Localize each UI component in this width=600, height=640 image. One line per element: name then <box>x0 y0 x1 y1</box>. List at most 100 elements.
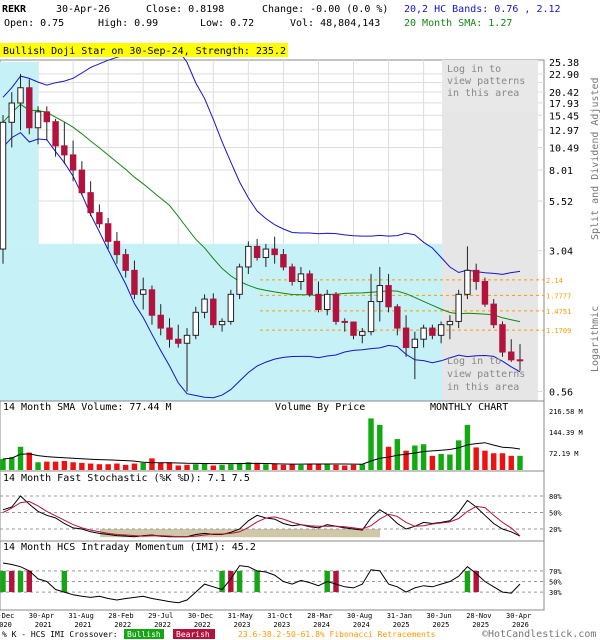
candle-body <box>446 320 454 326</box>
header-change: Change: -0.00 (0.0 %) <box>262 4 388 15</box>
volume-bar <box>184 464 190 470</box>
volume-bar <box>271 463 278 470</box>
axis-label-adjusted: Split and Dividend Adjusted <box>590 77 600 240</box>
login-text-3: in this area <box>447 88 519 99</box>
x-tick-date: 31-May <box>228 612 253 620</box>
volume-bar <box>289 464 295 470</box>
volume-bar <box>324 464 330 470</box>
candle-body <box>201 298 208 313</box>
volume-tick: 216.58 M <box>549 408 583 416</box>
candle-body <box>0 121 7 250</box>
candle-body <box>499 324 506 353</box>
candle-body <box>341 320 348 323</box>
volume-bar <box>17 446 24 470</box>
volume-bar <box>228 464 234 470</box>
volume-bar <box>412 445 418 470</box>
candle-body <box>96 212 103 225</box>
header-sma: 20 Month SMA: 1.27 <box>404 18 512 29</box>
login-overlay-top[interactable]: Log in to view patterns in this area <box>442 60 538 112</box>
header: REKR 30-Apr-26 Close: 0.8198 Change: -0.… <box>2 4 561 29</box>
candle-body <box>367 301 375 333</box>
candle-body <box>288 266 296 282</box>
candle-body <box>61 145 68 156</box>
imi-crossover-bar <box>236 570 243 593</box>
candle-body <box>78 169 86 194</box>
volume-bar <box>193 464 199 470</box>
imi-panel: 14 Month HCS Intraday Momentum (IMI): 45… <box>0 540 562 611</box>
price-tick: 0.56 <box>549 388 573 399</box>
x-tick-date: 30-Jun <box>426 612 451 620</box>
volume-bar <box>79 462 85 470</box>
header-low: Low: 0.72 <box>200 18 254 29</box>
x-tick-date: 30-Apr <box>506 612 531 620</box>
volume-bar <box>464 424 471 470</box>
volume-bar <box>385 446 392 470</box>
login-text-4: Log in to <box>447 356 501 367</box>
volume-bar <box>0 459 6 470</box>
price-tick: 15.45 <box>549 111 579 122</box>
candle-body <box>183 334 191 344</box>
copyright: ©HotCandlestick.com <box>482 629 596 640</box>
volume-bar <box>333 464 339 470</box>
candle-body <box>87 192 94 214</box>
volume-bar <box>35 462 41 470</box>
stochastic-label: 14 Month Fast Stochastic (%K %D): 7.1 7.… <box>3 473 250 484</box>
volume-bar <box>342 465 348 470</box>
candle-body <box>104 223 112 242</box>
imi-crossover-bar <box>61 570 68 593</box>
volume-bar <box>420 444 427 470</box>
volume-tick: 72.19 M <box>549 450 579 458</box>
candle-body <box>402 327 410 349</box>
price-tick: 22.90 <box>549 70 579 81</box>
candle-body <box>394 306 401 329</box>
fib-label: 1.4751 <box>546 308 571 316</box>
candle-body <box>52 121 59 147</box>
stoch-tick: 50% <box>549 510 562 518</box>
volume-bar <box>517 455 523 470</box>
login-text-5: view patterns <box>447 369 525 380</box>
price-panel: 2.14 1.7777 1.4751 1.1709 Bullish Doji Star… <box>0 43 600 402</box>
x-tick-date: 30-Apr <box>29 612 54 620</box>
candle-body <box>34 111 42 129</box>
price-tick: 17.93 <box>549 99 579 110</box>
candle-body <box>376 285 384 303</box>
candle-body <box>148 289 156 316</box>
candle-body <box>332 293 340 322</box>
x-tick-date: 31-Oct <box>267 612 292 620</box>
fib-label: 1.7777 <box>546 292 571 300</box>
volume-bar <box>306 464 313 470</box>
legend-prefix: % K - HCS IMI Crossover: <box>2 630 118 639</box>
volume-bar <box>438 453 444 470</box>
candle-body <box>122 254 129 271</box>
x-tick-date: 28-Mar <box>307 612 332 620</box>
x-tick-date: 28-Nov <box>466 612 491 620</box>
candle-body <box>139 289 147 295</box>
candle-body <box>385 285 392 308</box>
stock-chart: REKR 30-Apr-26 Close: 0.8198 Change: -0.… <box>0 4 600 640</box>
volume-bar <box>429 455 436 470</box>
stoch-tick: 80% <box>549 493 562 501</box>
volume-bar <box>377 424 383 470</box>
x-tick-date: 30-Dec <box>188 612 213 620</box>
volume-bar <box>175 465 181 470</box>
candle-body <box>8 102 15 123</box>
x-axis: 31-Dec202030-Apr202131-Aug202128-Feb2022… <box>0 612 531 629</box>
candle-body <box>464 269 471 295</box>
volume-bar <box>219 464 225 470</box>
header-high: High: 0.99 <box>98 18 158 29</box>
candle-body <box>26 87 33 129</box>
legend-bearish: Bearish <box>176 630 210 639</box>
volume-panel: 14 Month SMA Volume: 77.44 M Volume By P… <box>0 400 583 472</box>
x-tick-date: 31-Aug <box>69 612 94 620</box>
imi-label: 14 Month HCS Intraday Momentum (IMI): 45… <box>3 542 256 553</box>
x-tick-year: 2022 <box>194 621 211 629</box>
candle-body <box>455 293 462 322</box>
volume-bar <box>149 458 155 470</box>
volume-bar <box>499 453 506 470</box>
x-tick-date: 31-Dec <box>0 612 14 620</box>
x-tick-year: 2024 <box>313 621 330 629</box>
login-text-6: in this area <box>447 382 519 393</box>
x-tick-year: 2025 <box>432 621 449 629</box>
volume-bar <box>359 464 365 470</box>
price-axis: 25.3822.90 20.4217.9315.45 12.97 10.49 8.01 5… <box>549 58 579 399</box>
